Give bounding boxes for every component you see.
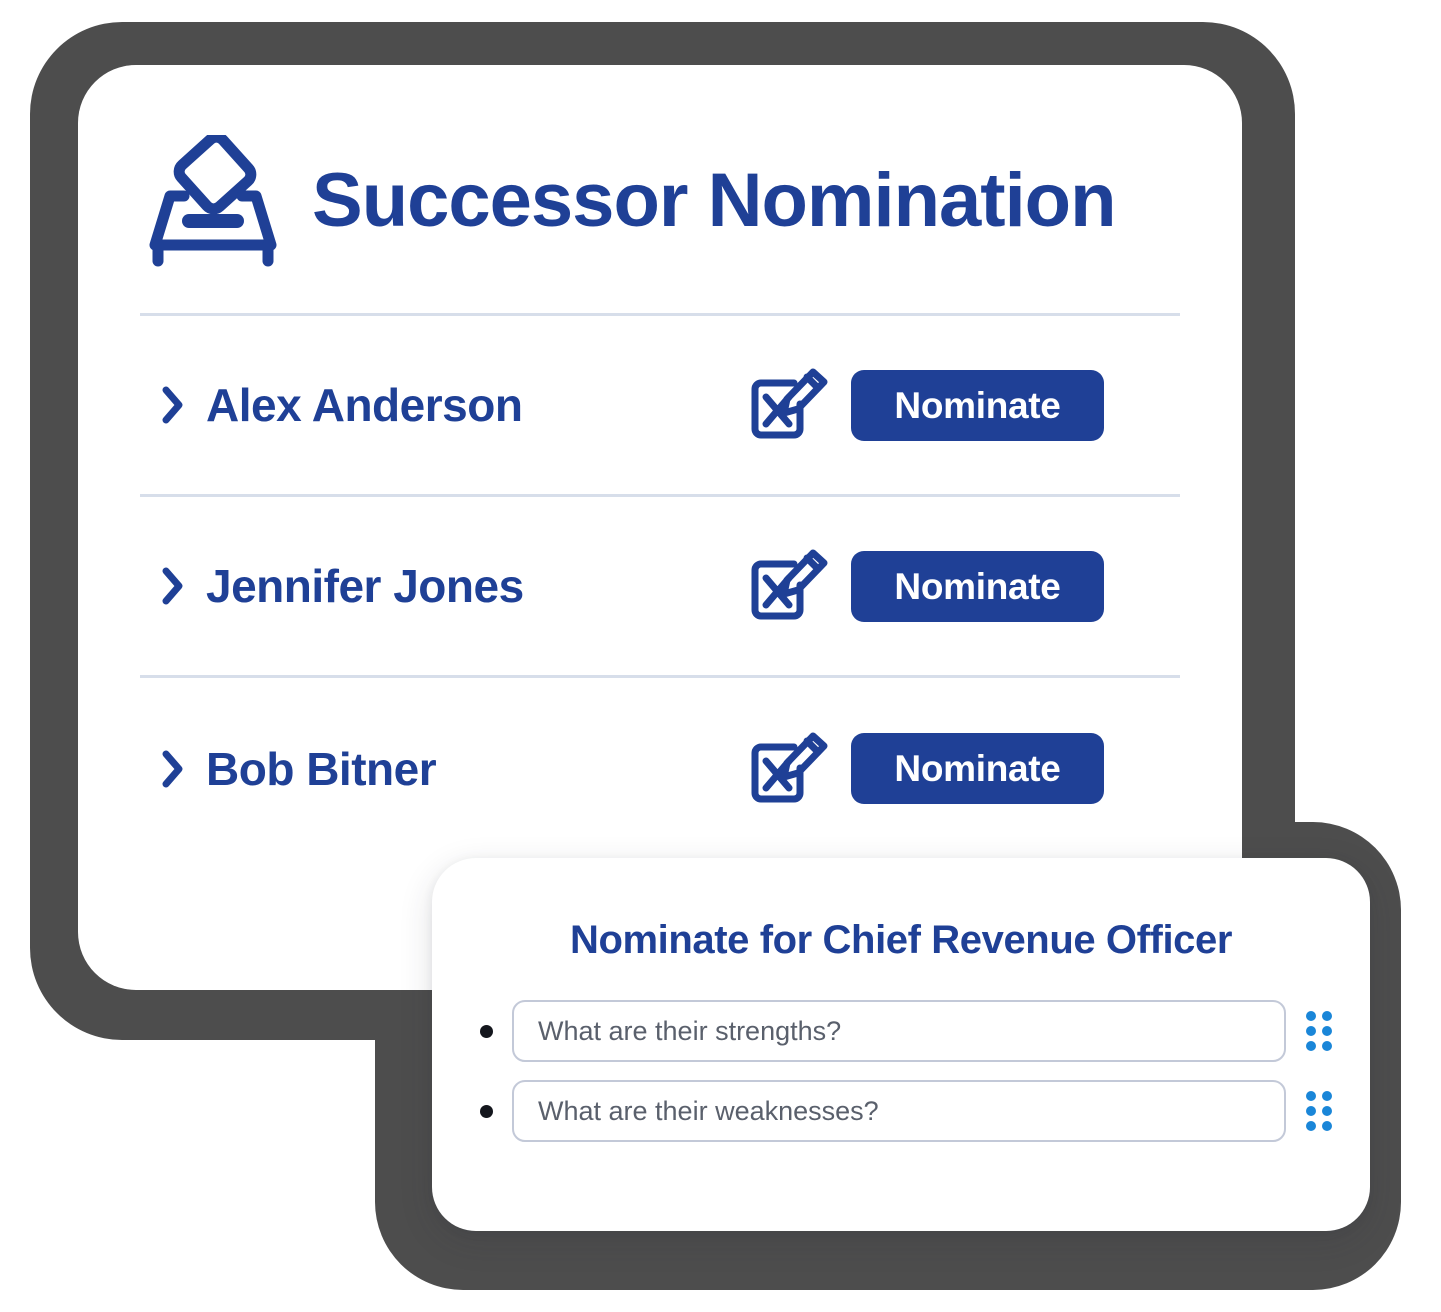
checkbox-pencil-icon[interactable]	[737, 357, 833, 453]
drag-handle-icon[interactable]	[1306, 1091, 1332, 1131]
nominate-modal: Nominate for Chief Revenue Officer	[432, 858, 1370, 1231]
modal-field-list	[432, 1000, 1370, 1142]
card-header: Successor Nomination	[78, 65, 1242, 267]
nominate-button[interactable]: Nominate	[851, 733, 1104, 804]
chevron-right-icon[interactable]	[162, 567, 184, 605]
table-row[interactable]: Alex Anderson Nominate	[140, 316, 1180, 497]
person-name: Bob Bitner	[206, 742, 437, 795]
list-item	[480, 1080, 1332, 1142]
bullet-point-icon	[480, 1104, 493, 1118]
nominate-button[interactable]: Nominate	[851, 369, 1104, 441]
bullet-point-icon	[480, 1024, 493, 1038]
checkbox-pencil-icon[interactable]	[737, 538, 833, 634]
chevron-right-icon[interactable]	[162, 750, 184, 788]
chevron-right-icon[interactable]	[162, 386, 184, 424]
strengths-input[interactable]	[512, 1000, 1286, 1062]
nominee-list: Alex Anderson Nominate Jennifer Jones No…	[140, 313, 1180, 859]
ballot-box-icon	[140, 131, 286, 267]
person-name: Jennifer Jones	[206, 560, 524, 612]
table-row[interactable]: Jennifer Jones Nominate	[140, 497, 1180, 678]
nominate-button[interactable]: Nominate	[851, 550, 1104, 622]
weaknesses-input[interactable]	[512, 1080, 1286, 1142]
list-item	[480, 1000, 1332, 1062]
checkbox-pencil-icon[interactable]	[737, 721, 833, 817]
page-title: Successor Nomination	[312, 158, 1117, 243]
drag-handle-icon[interactable]	[1306, 1011, 1332, 1051]
modal-title: Nominate for Chief Revenue Officer	[569, 918, 1233, 962]
successor-nomination-card: Successor Nomination Alex Anderson Nomin…	[78, 65, 1242, 990]
table-row[interactable]: Bob Bitner Nominate	[140, 678, 1180, 859]
person-name: Alex Anderson	[206, 379, 523, 431]
